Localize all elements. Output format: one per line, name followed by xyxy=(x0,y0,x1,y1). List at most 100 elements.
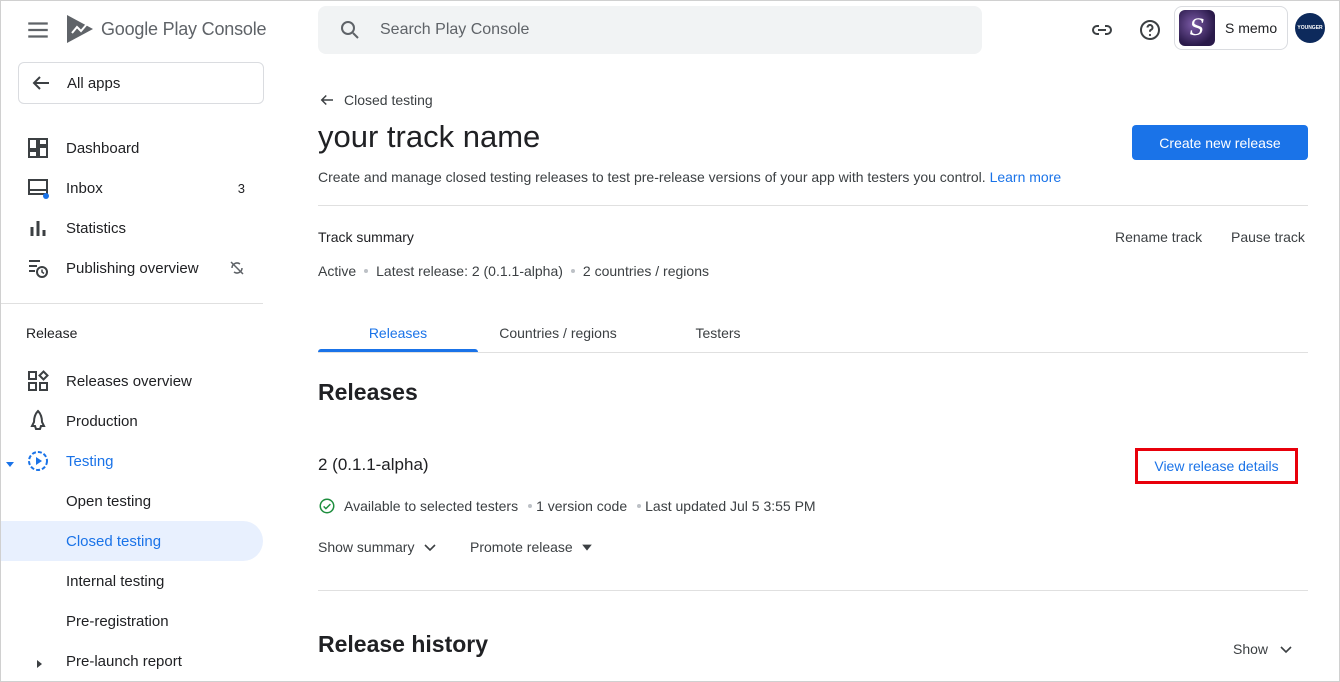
sidebar-item-label: Releases overview xyxy=(66,372,192,390)
promote-release-dropdown[interactable]: Promote release xyxy=(470,539,593,555)
tab-testers[interactable]: Testers xyxy=(638,325,798,341)
sidebar-item-label: Closed testing xyxy=(66,532,162,550)
divider xyxy=(318,205,1308,206)
search-bar[interactable] xyxy=(318,6,982,54)
caret-down-icon xyxy=(5,456,15,467)
sidebar-item-inbox[interactable]: Inbox 3 xyxy=(1,168,263,208)
app-name: S memo xyxy=(1225,20,1278,36)
sidebar-item-label: Pre-launch report xyxy=(66,652,182,670)
page-description: Create and manage closed testing release… xyxy=(318,169,1061,185)
promote-release-label: Promote release xyxy=(470,539,573,555)
back-link-label: Closed testing xyxy=(344,92,433,108)
track-summary-line: Active Latest release: 2 (0.1.1-alpha) 2… xyxy=(318,263,709,279)
releases-overview-icon xyxy=(26,369,50,393)
sidebar-item-testing[interactable]: Testing xyxy=(1,441,263,481)
tab-bar: Releases Countries / regions Testers xyxy=(318,315,1308,353)
sidebar-item-releases-overview[interactable]: Releases overview xyxy=(1,361,263,401)
show-summary-label: Show summary xyxy=(318,539,415,555)
release-history-heading: Release history xyxy=(318,631,489,657)
sync-disabled-icon xyxy=(229,260,245,276)
sidebar-item-label: Publishing overview xyxy=(66,259,199,277)
sidebar-item-label: Inbox xyxy=(66,179,103,197)
play-console-logo-icon xyxy=(65,13,95,45)
search-input[interactable] xyxy=(380,21,940,39)
view-release-details-button[interactable]: View release details xyxy=(1135,448,1298,484)
caret-right-icon xyxy=(34,656,44,668)
countries-regions: 2 countries / regions xyxy=(582,263,709,279)
chevron-down-icon xyxy=(1278,641,1294,657)
separator-dot xyxy=(570,269,575,273)
sidebar-item-label: Statistics xyxy=(66,219,127,237)
dashboard-icon xyxy=(26,136,50,160)
sidebar-item-label: Testing xyxy=(66,452,114,470)
all-apps-label: All apps xyxy=(67,74,121,92)
release-availability: Available to selected testers xyxy=(344,498,519,514)
release-name: 2 (0.1.1-alpha) xyxy=(318,455,429,474)
check-circle-icon xyxy=(318,497,336,515)
rename-track-button[interactable]: Rename track xyxy=(1115,229,1202,245)
caret-down-icon xyxy=(581,541,593,553)
sidebar-item-label: Internal testing xyxy=(66,572,165,590)
app-thumbnail: S xyxy=(1179,10,1215,46)
release-version-codes: 1 version code xyxy=(536,498,628,514)
bar-chart-icon xyxy=(26,216,50,240)
sidebar-item-closed-testing[interactable]: Closed testing xyxy=(1,521,263,561)
sidebar: All apps Dashboard Inbox 3 Statistics Pu… xyxy=(1,59,271,682)
play-console-logo[interactable]: Google Play Console xyxy=(65,13,267,45)
page-title: your track name xyxy=(318,119,541,154)
publishing-overview-icon xyxy=(26,256,50,280)
sidebar-item-dashboard[interactable]: Dashboard xyxy=(1,128,263,168)
pause-track-button[interactable]: Pause track xyxy=(1231,229,1305,245)
show-label: Show xyxy=(1233,641,1269,657)
releases-heading: Releases xyxy=(318,379,418,405)
tab-countries-regions[interactable]: Countries / regions xyxy=(478,325,638,341)
track-status: Active xyxy=(318,263,357,279)
learn-more-link[interactable]: Learn more xyxy=(990,169,1062,185)
app-switcher[interactable]: S S memo xyxy=(1174,6,1288,50)
tab-releases[interactable]: Releases xyxy=(318,325,478,341)
sidebar-item-label: Production xyxy=(66,412,138,430)
separator-dot xyxy=(637,504,642,508)
production-icon xyxy=(26,409,50,433)
search-icon xyxy=(338,18,362,42)
separator-dot xyxy=(528,504,533,508)
chevron-down-icon xyxy=(422,539,438,555)
inbox-icon xyxy=(26,176,50,200)
sidebar-item-label: Pre-registration xyxy=(66,612,169,630)
release-history-show-button[interactable]: Show xyxy=(1233,641,1294,657)
release-status-line: Available to selected testers 1 version … xyxy=(318,497,816,515)
brand-name: Google Play Console xyxy=(101,18,267,39)
link-icon[interactable] xyxy=(1090,18,1114,42)
show-summary-dropdown[interactable]: Show summary xyxy=(318,539,438,555)
top-bar: Google Play Console S S memo YOUNGER xyxy=(1,1,1340,59)
sidebar-item-open-testing[interactable]: Open testing xyxy=(1,481,263,521)
sidebar-item-publishing-overview[interactable]: Publishing overview xyxy=(1,248,263,288)
sidebar-item-production[interactable]: Production xyxy=(1,401,263,441)
arrow-back-icon xyxy=(318,91,336,109)
sidebar-item-label: Open testing xyxy=(66,492,152,510)
create-new-release-button[interactable]: Create new release xyxy=(1132,125,1308,160)
hamburger-menu-icon[interactable] xyxy=(25,17,51,43)
divider xyxy=(318,590,1308,591)
track-summary-heading: Track summary xyxy=(318,229,414,245)
sidebar-divider xyxy=(1,303,263,304)
release-last-updated: Last updated Jul 5 3:55 PM xyxy=(645,498,816,514)
latest-release: Latest release: 2 (0.1.1-alpha) xyxy=(376,263,563,279)
active-tab-indicator xyxy=(318,349,478,352)
back-to-closed-testing[interactable]: Closed testing xyxy=(318,91,433,109)
account-avatar[interactable]: YOUNGER xyxy=(1295,13,1325,43)
sidebar-item-statistics[interactable]: Statistics xyxy=(1,208,263,248)
all-apps-button[interactable]: All apps xyxy=(18,62,264,104)
testing-icon xyxy=(26,449,50,473)
page-description-text: Create and manage closed testing release… xyxy=(318,169,986,185)
separator-dot xyxy=(364,269,369,273)
help-icon[interactable] xyxy=(1138,18,1162,42)
sidebar-item-internal-testing[interactable]: Internal testing xyxy=(1,561,263,601)
arrow-back-icon xyxy=(29,71,53,95)
sidebar-section-release: Release xyxy=(26,325,78,341)
main-content: Closed testing your track name Create an… xyxy=(318,59,1308,682)
sidebar-item-pre-registration[interactable]: Pre-registration xyxy=(1,601,263,641)
sidebar-item-label: Dashboard xyxy=(66,139,140,157)
sidebar-item-pre-launch-report[interactable]: Pre-launch report xyxy=(1,641,263,681)
inbox-count: 3 xyxy=(237,180,245,196)
